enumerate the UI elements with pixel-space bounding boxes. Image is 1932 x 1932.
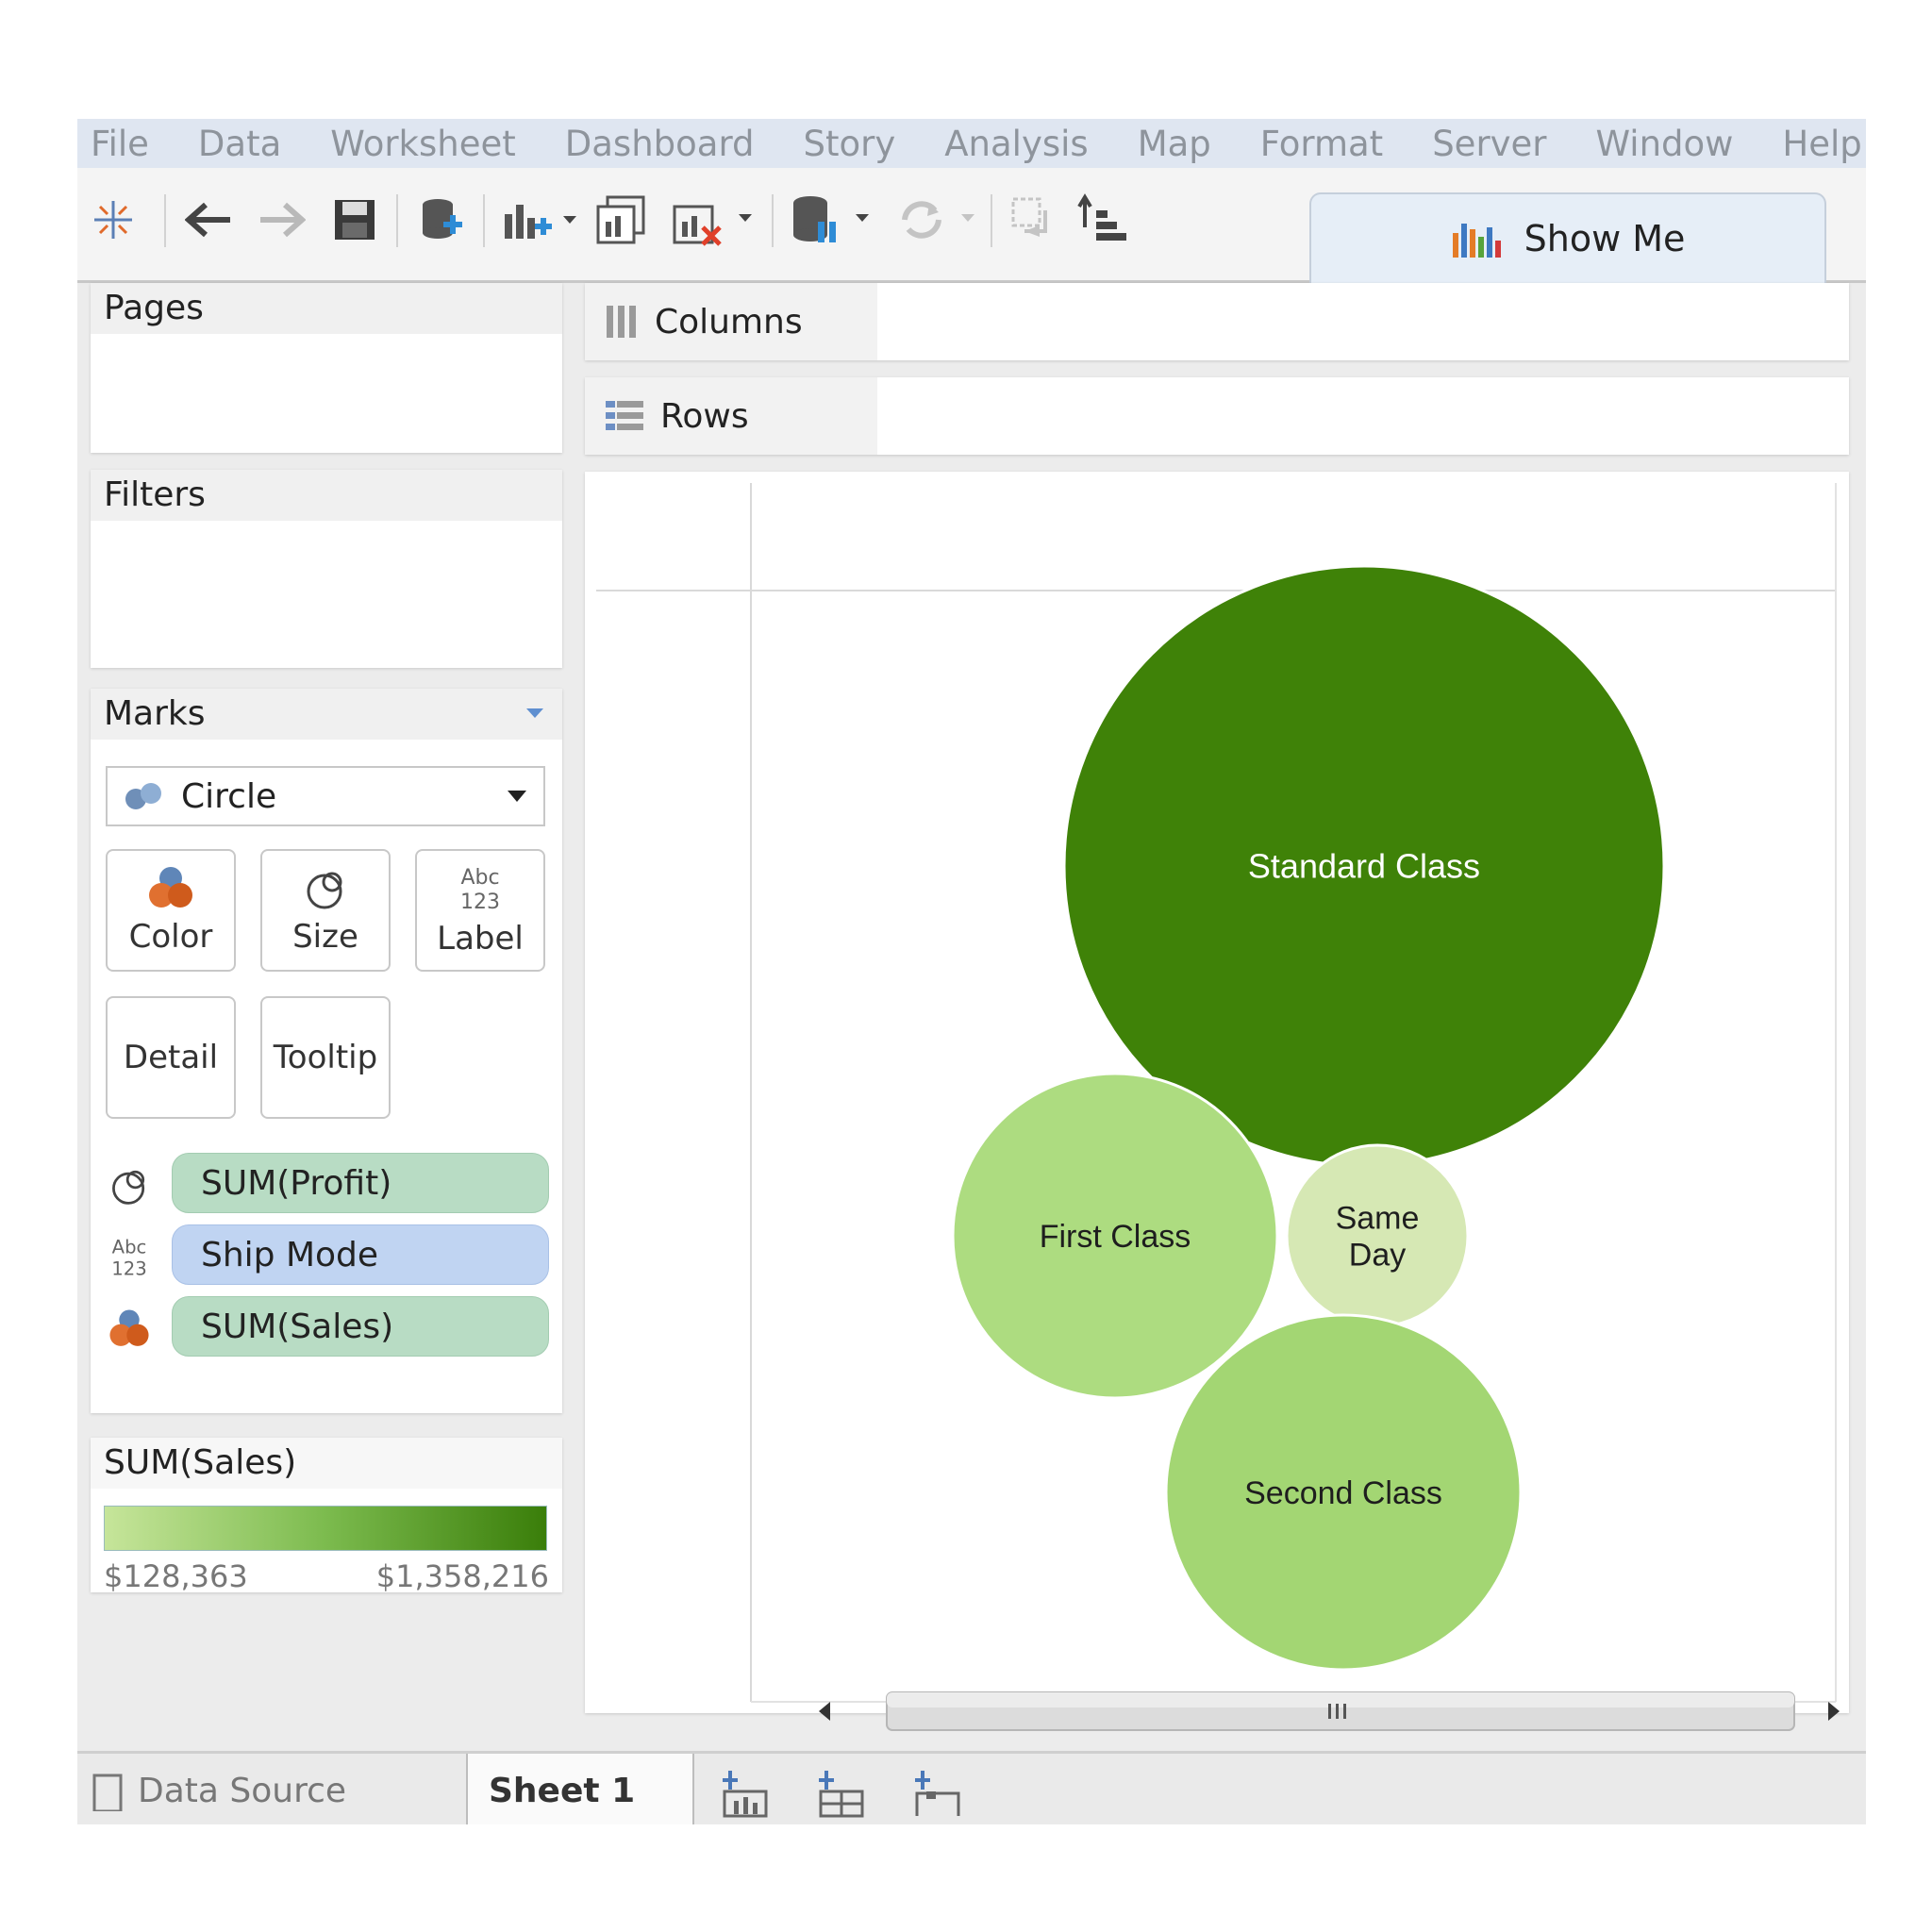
- pages-title: Pages: [91, 283, 562, 334]
- tab-sheet-1[interactable]: Sheet 1: [466, 1754, 694, 1824]
- swap-rows-columns-icon[interactable]: [1006, 189, 1062, 251]
- rows-shelf-label: Rows: [585, 377, 877, 455]
- duplicate-sheet-icon[interactable]: [592, 189, 649, 251]
- menu-data[interactable]: Data: [198, 124, 281, 164]
- legend-title: SUM(Sales): [91, 1438, 562, 1489]
- tableau-window: File Data Worksheet Dashboard Story Anal…: [77, 119, 1866, 1824]
- mark-type-dropdown[interactable]: Circle: [106, 766, 545, 826]
- menu-bar: File Data Worksheet Dashboard Story Anal…: [77, 119, 1866, 168]
- new-dashboard-tab-icon[interactable]: [815, 1769, 868, 1818]
- size-button-label: Size: [292, 918, 358, 956]
- tab-data-source-label: Data Source: [138, 1771, 347, 1810]
- scroll-right-icon: [1828, 1702, 1840, 1721]
- tooltip-button[interactable]: Tooltip: [260, 996, 391, 1119]
- menu-dashboard[interactable]: Dashboard: [565, 124, 755, 164]
- sum-profit-pill[interactable]: SUM(Profit): [172, 1153, 549, 1213]
- marks-field-row-ship-mode: Abc 123 Ship Mode: [106, 1224, 549, 1287]
- tab-data-source[interactable]: Data Source: [91, 1754, 346, 1824]
- show-me-label: Show Me: [1524, 218, 1686, 259]
- marks-card: Marks Circle Color Size Abc 123 Label De…: [91, 689, 562, 1413]
- label-button-label: Label: [437, 920, 524, 958]
- columns-shelf[interactable]: Columns: [585, 283, 1849, 360]
- legend-min-value: $128,363: [104, 1558, 248, 1594]
- new-data-source-icon[interactable]: [413, 189, 470, 251]
- scroll-left-icon: [819, 1702, 830, 1721]
- menu-map[interactable]: Map: [1138, 124, 1211, 164]
- color-legend[interactable]: SUM(Sales) $128,363 $1,358,216: [91, 1438, 562, 1594]
- tooltip-button-label: Tooltip: [273, 1039, 378, 1076]
- chart-view[interactable]: Standard Class First Class Same Day Second C…: [585, 472, 1849, 1713]
- label-button[interactable]: Abc 123 Label: [415, 849, 545, 972]
- menu-help[interactable]: Help: [1782, 124, 1861, 164]
- color-icon: [106, 1306, 153, 1353]
- pages-shelf[interactable]: Pages: [91, 283, 562, 453]
- show-me-button[interactable]: Show Me: [1309, 192, 1826, 283]
- menu-format[interactable]: Format: [1260, 124, 1383, 164]
- save-icon[interactable]: [328, 189, 381, 251]
- size-icon: [106, 1162, 153, 1209]
- marks-title: Marks: [104, 694, 206, 733]
- bubble-label-first-class: First Class: [1040, 1219, 1191, 1255]
- pause-updates-icon[interactable]: [787, 189, 877, 251]
- chevron-down-icon: [508, 791, 526, 802]
- bubble-label-second-class: Second Class: [1244, 1475, 1442, 1511]
- size-button[interactable]: Size: [260, 849, 391, 972]
- columns-shelf-label: Columns: [585, 283, 877, 360]
- back-arrow-icon[interactable]: [181, 189, 238, 251]
- sheet-tab-bar: Data Source Sheet 1: [77, 1751, 1866, 1824]
- ship-mode-pill[interactable]: Ship Mode: [172, 1224, 549, 1285]
- label-icon: Abc 123: [460, 866, 500, 914]
- detail-button[interactable]: Detail: [106, 996, 236, 1119]
- packed-bubble-chart: Standard ClassFirst ClassSame DaySecond C…: [596, 483, 1837, 1703]
- forward-arrow-icon[interactable]: [253, 189, 309, 251]
- filters-title: Filters: [91, 470, 562, 521]
- svg-text:Abc: Abc: [112, 1237, 147, 1258]
- rows-label: Rows: [660, 396, 749, 436]
- legend-color-ramp: [104, 1506, 547, 1551]
- marks-header: Marks: [91, 689, 562, 740]
- color-button-label: Color: [128, 918, 213, 956]
- new-worksheet-tab-icon[interactable]: [719, 1769, 772, 1818]
- detail-button-label: Detail: [123, 1039, 219, 1076]
- menu-story[interactable]: Story: [804, 124, 896, 164]
- marks-field-row-profit: SUM(Profit): [106, 1153, 549, 1215]
- legend-max-value: $1,358,216: [375, 1558, 549, 1594]
- menu-window[interactable]: Window: [1596, 124, 1734, 164]
- horizontal-scrollbar[interactable]: [794, 1687, 1849, 1736]
- toolbar: Show Me: [77, 168, 1866, 283]
- refresh-icon[interactable]: [892, 189, 983, 251]
- menu-worksheet[interactable]: Worksheet: [330, 124, 515, 164]
- color-button[interactable]: Color: [106, 849, 236, 972]
- columns-icon: [607, 306, 636, 338]
- filters-shelf[interactable]: Filters: [91, 470, 562, 668]
- menu-server[interactable]: Server: [1432, 124, 1546, 164]
- circle-mark-icon: [125, 783, 161, 809]
- show-me-chart-icon: [1452, 224, 1501, 258]
- data-source-icon: [92, 1774, 123, 1811]
- svg-text:123: 123: [460, 891, 500, 914]
- mark-type-value: Circle: [181, 776, 277, 816]
- sum-sales-pill[interactable]: SUM(Sales): [172, 1296, 549, 1357]
- tableau-logo-icon[interactable]: [85, 189, 142, 251]
- marks-menu-chevron-icon[interactable]: [525, 706, 545, 721]
- size-icon: [307, 872, 342, 909]
- label-icon: Abc 123: [106, 1234, 153, 1281]
- menu-file[interactable]: File: [91, 124, 149, 164]
- clear-sheet-icon[interactable]: [668, 189, 758, 251]
- marks-field-row-sales: SUM(Sales): [106, 1296, 549, 1358]
- bubble-label-standard-class: Standard Class: [1248, 847, 1480, 886]
- menu-analysis[interactable]: Analysis: [944, 124, 1088, 164]
- tab-sheet-1-label: Sheet 1: [489, 1771, 636, 1810]
- columns-label: Columns: [655, 302, 803, 341]
- color-icon: [149, 867, 192, 908]
- sort-ascending-icon[interactable]: [1074, 189, 1130, 251]
- rows-shelf[interactable]: Rows: [585, 377, 1849, 455]
- new-story-tab-icon[interactable]: [911, 1769, 964, 1818]
- new-worksheet-icon[interactable]: [498, 189, 583, 251]
- svg-text:123: 123: [111, 1258, 146, 1280]
- svg-text:Abc: Abc: [460, 866, 499, 890]
- rows-icon: [606, 401, 643, 430]
